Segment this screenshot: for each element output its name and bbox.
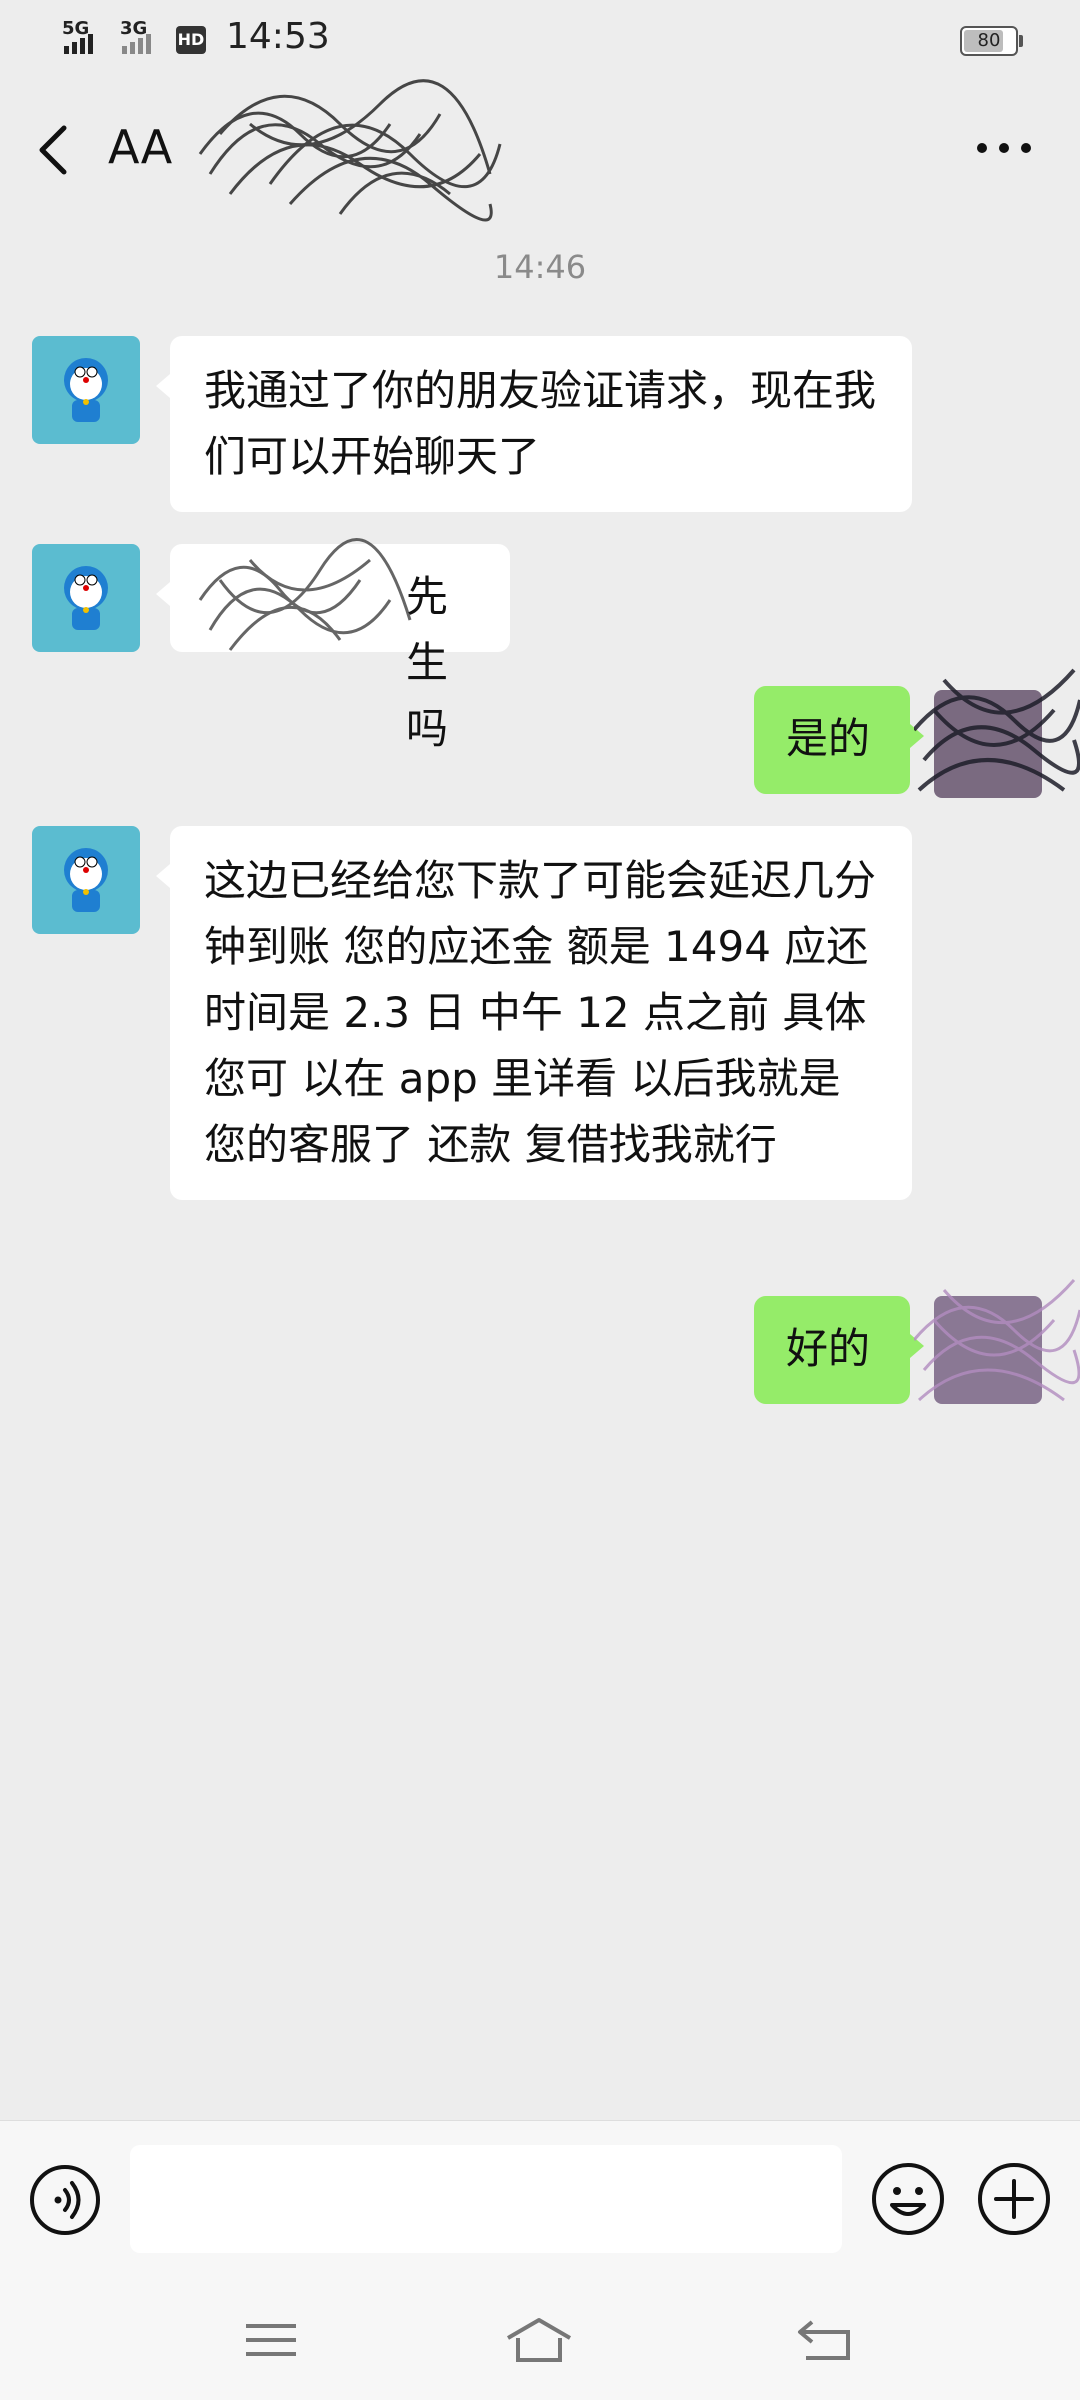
signal-bars-2-icon <box>122 34 151 54</box>
back-arrow-icon[interactable] <box>790 2310 860 2370</box>
message-bubble-incoming[interactable]: 我通过了你的朋友验证请求，现在我们可以开始聊天了 <box>156 336 912 512</box>
doraemon-avatar-icon <box>64 848 108 912</box>
more-dots-icon[interactable] <box>972 128 1036 168</box>
voice-icon[interactable] <box>28 2163 102 2237</box>
contact-avatar[interactable] <box>32 826 140 934</box>
status-bar: 5G 3G HD 14:53 80 <box>0 0 1080 84</box>
chevron-left-icon[interactable] <box>30 120 78 180</box>
redaction-scribble <box>198 538 412 651</box>
chat-header: AA <box>0 79 1080 222</box>
menu-icon[interactable] <box>236 2310 306 2370</box>
home-icon[interactable] <box>504 2310 574 2370</box>
redaction-scribble <box>198 79 502 222</box>
battery-cap <box>1019 35 1023 47</box>
my-avatar-redacted[interactable] <box>914 650 1080 840</box>
doraemon-avatar-icon <box>64 566 108 630</box>
contact-avatar[interactable] <box>32 544 140 652</box>
status-time: 14:53 <box>226 16 330 57</box>
message-bubble-outgoing[interactable]: 是的 <box>754 686 924 794</box>
my-avatar-redacted[interactable] <box>914 1250 1080 1450</box>
chat-title: AA <box>108 120 173 174</box>
battery-level: 80 <box>977 30 1001 51</box>
doraemon-avatar-icon <box>64 358 108 422</box>
hd-icon: HD <box>176 26 206 54</box>
contact-avatar[interactable] <box>32 336 140 444</box>
battery-icon: 80 <box>960 26 1018 56</box>
message-input[interactable] <box>130 2145 842 2253</box>
emoji-icon[interactable] <box>870 2161 946 2237</box>
message-bubble-outgoing[interactable]: 好的 <box>754 1296 924 1404</box>
input-bar <box>0 2120 1080 2281</box>
chat-timestamp: 14:46 <box>493 248 587 286</box>
signal-bars-icon <box>64 34 93 54</box>
plus-icon[interactable] <box>976 2161 1052 2237</box>
system-nav-bar <box>0 2280 1080 2400</box>
message-bubble-incoming[interactable]: 这边已经给您下款了可能会延迟几分钟到账 您的应还金 额是 1494 应还时间是 … <box>156 826 912 1200</box>
